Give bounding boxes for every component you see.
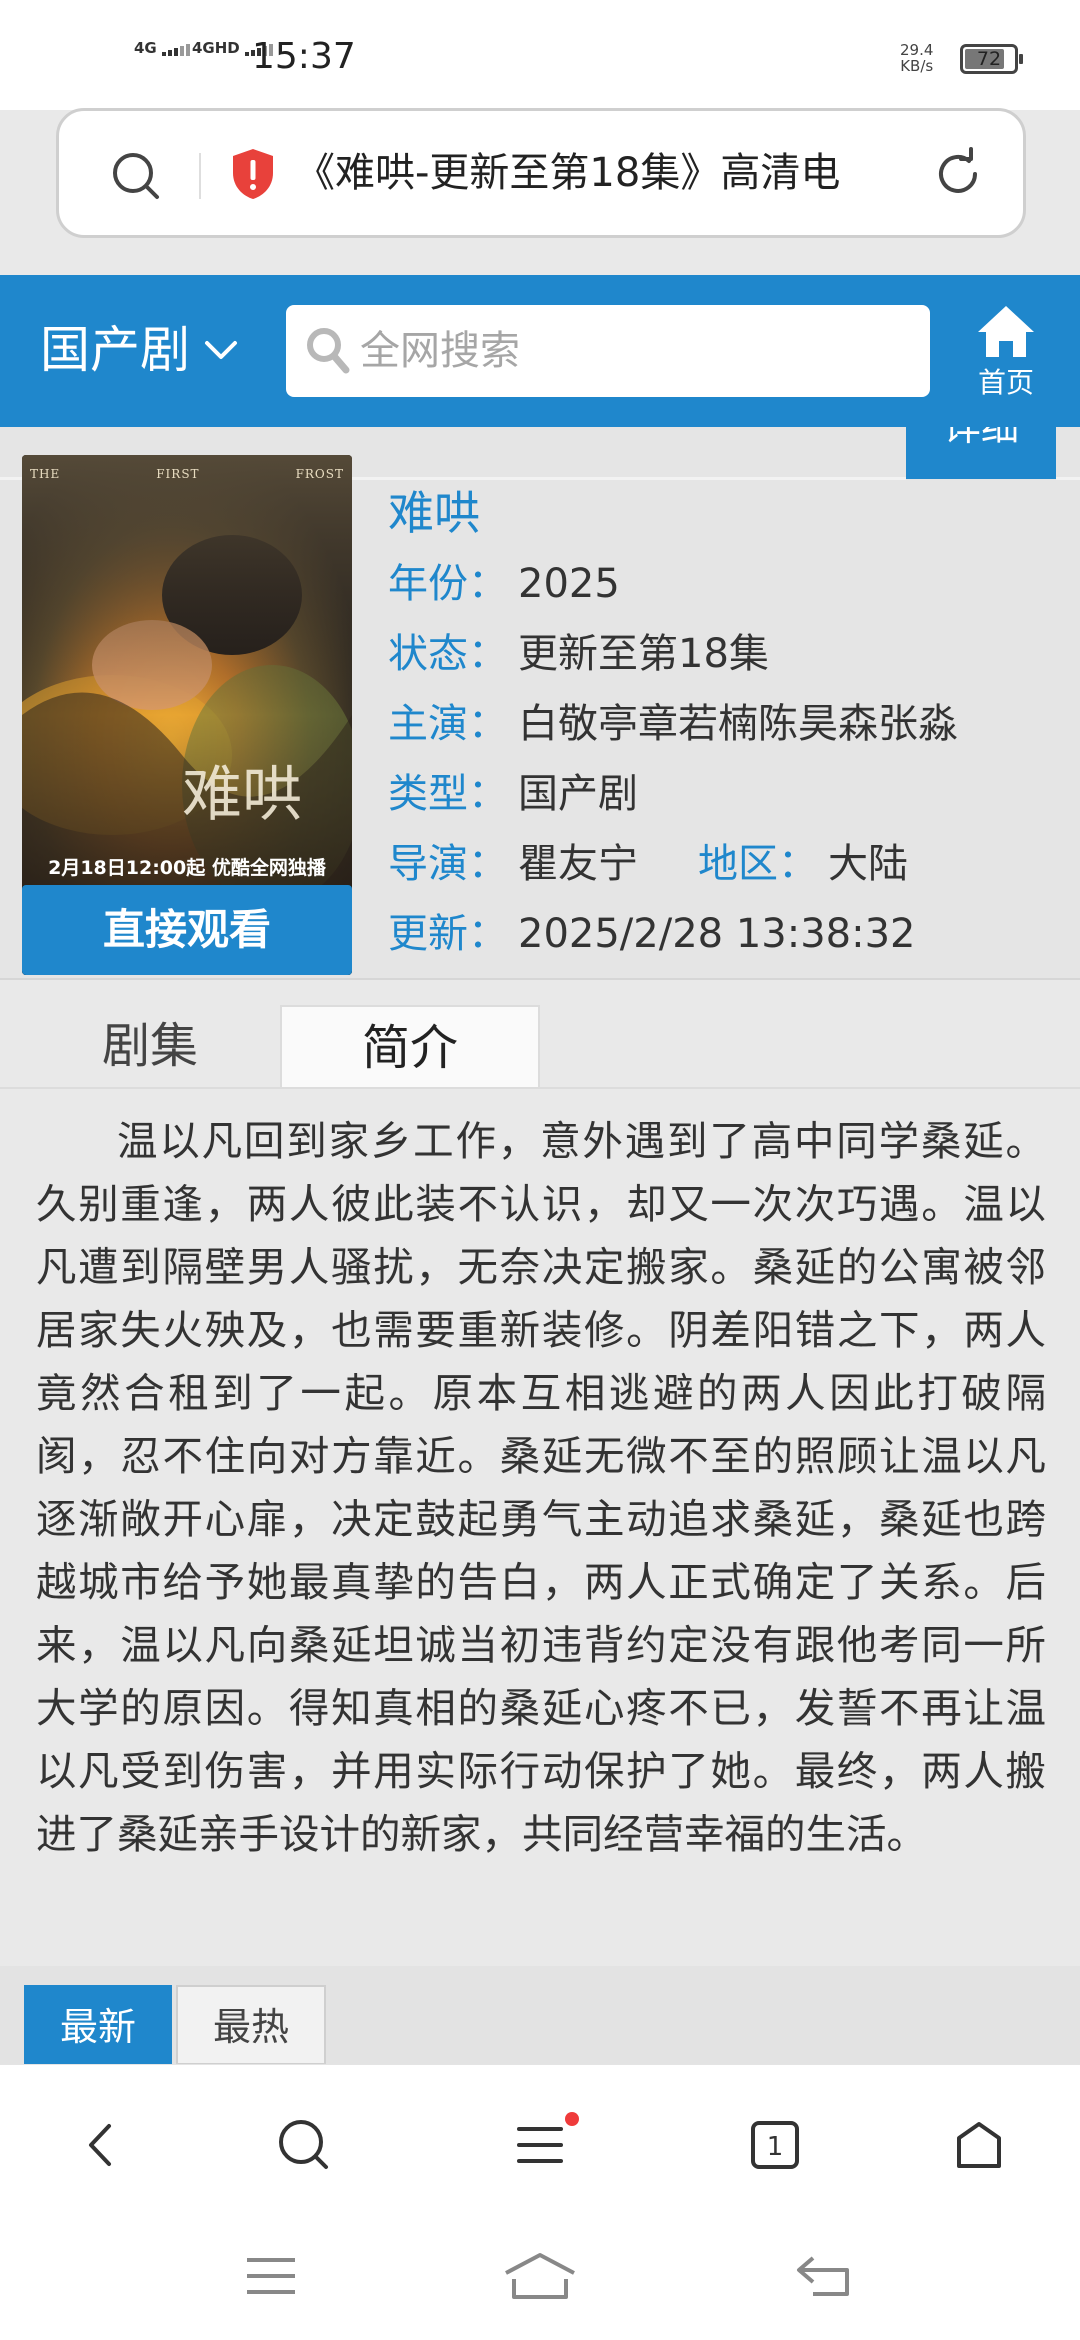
tabs-icon[interactable]: 1 xyxy=(740,2110,810,2180)
region-label: 地区： xyxy=(698,841,818,887)
tab-hottest[interactable]: 最热 xyxy=(176,1985,326,2065)
home-icon[interactable] xyxy=(495,2246,585,2306)
home-label: 首页 xyxy=(977,366,1034,399)
info-row-director-region: 导演： 瞿友宁 地区： 大陆 xyxy=(388,829,1068,899)
signal-2-label: 4GHD xyxy=(192,39,240,57)
network-speed-value: 29.4 xyxy=(900,41,934,59)
home-button[interactable]: 首页 xyxy=(968,303,1044,401)
back-icon[interactable] xyxy=(778,2246,868,2306)
home-icon xyxy=(978,306,1034,357)
poster-word: FIRST xyxy=(156,467,200,481)
poster-release-text: 2月18日12:00起 优酷全网独播 xyxy=(48,857,326,879)
status-value: 更新至第18集 xyxy=(518,631,769,677)
address-bar[interactable]: 《难哄-更新至第18集》高清电 xyxy=(56,108,1026,238)
network-speed-unit: KB/s xyxy=(900,57,934,75)
info-row-status: 状态： 更新至第18集 xyxy=(388,619,1068,689)
tab-count: 1 xyxy=(767,2132,784,2162)
status-time: 15:37 xyxy=(252,36,356,77)
category-label: 国产剧 xyxy=(40,321,190,379)
svg-text:难哄: 难哄 xyxy=(182,760,302,830)
chevron-down-icon xyxy=(205,341,237,359)
network-speed: 29.4 KB/s xyxy=(900,42,933,74)
search-input[interactable] xyxy=(360,319,910,383)
reload-icon[interactable] xyxy=(931,147,985,205)
genre-label: 类型： xyxy=(388,771,508,817)
signal-1-label: 4G xyxy=(134,39,157,57)
search-icon[interactable] xyxy=(269,2110,339,2180)
show-title[interactable]: 难哄 xyxy=(388,485,1068,541)
content-tabs: 剧集 简介 xyxy=(0,1005,1080,1088)
home-icon[interactable] xyxy=(944,2110,1014,2180)
poster-top-words: THE FIRST FROST xyxy=(22,467,352,481)
cast-value: 白敬亭章若楠陈昊森张淼 xyxy=(518,701,958,747)
search-icon xyxy=(304,325,352,381)
divider xyxy=(199,153,201,199)
category-dropdown[interactable]: 国产剧 xyxy=(40,315,238,385)
battery-icon: 72 xyxy=(960,44,1023,74)
updated-label: 更新： xyxy=(388,911,508,957)
region-value: 大陆 xyxy=(828,841,908,887)
system-navigation xyxy=(0,2214,1080,2340)
year-label: 年份： xyxy=(388,561,508,607)
tab-latest[interactable]: 最新 xyxy=(24,1985,172,2065)
page-url-title[interactable]: 《难哄-更新至第18集》高清电 xyxy=(295,141,945,205)
genre-value: 国产剧 xyxy=(518,771,638,817)
cast-label: 主演： xyxy=(388,701,508,747)
signal-bars-icon xyxy=(161,40,192,56)
notification-dot xyxy=(565,2112,579,2126)
director-label: 导演： xyxy=(388,841,508,887)
info-row-year: 年份： 2025 xyxy=(388,549,1068,619)
watch-now-button[interactable]: 直接观看 xyxy=(22,885,352,975)
synopsis-text: 温以凡回到家乡工作，意外遇到了高中同学桑延。久别重逢，两人彼此装不认识，却又一次… xyxy=(36,1117,1046,1858)
tab-details-label: 详细 xyxy=(942,427,1019,449)
poster-word: THE xyxy=(30,467,61,481)
recents-icon[interactable] xyxy=(226,2246,316,2306)
battery-level: 72 xyxy=(976,48,1002,70)
info-row-genre: 类型： 国产剧 xyxy=(388,759,1068,829)
status-bar: 4G 4GHD 15:37 29.4 KB/s 72 xyxy=(0,0,1080,110)
search-icon[interactable] xyxy=(109,149,163,207)
year-value: 2025 xyxy=(518,561,620,607)
info-row-updated: 更新： 2025/2/28 13:38:32 xyxy=(388,899,1068,969)
browser-toolbar: 1 xyxy=(0,2064,1080,2214)
shield-alert-icon[interactable] xyxy=(229,147,277,205)
poster-word: FROST xyxy=(295,467,344,481)
status-label: 状态： xyxy=(388,631,508,677)
menu-icon[interactable] xyxy=(505,2110,579,2180)
signal-indicator-1: 4G xyxy=(134,40,192,56)
director-value: 瞿友宁 xyxy=(518,841,638,887)
show-info: 难哄 年份： 2025 状态： 更新至第18集 主演： 白敬亭章若楠陈昊森张淼 类型：… xyxy=(388,485,1068,969)
tab-intro[interactable]: 简介 xyxy=(280,1005,540,1088)
site-header: 国产剧 首页 xyxy=(0,275,1080,427)
info-row-cast: 主演： 白敬亭章若楠陈昊森张淼 xyxy=(388,689,1068,759)
tab-details[interactable]: 详细 xyxy=(906,427,1056,479)
tab-episodes[interactable]: 剧集 xyxy=(30,1005,270,1088)
updated-value: 2025/2/28 13:38:32 xyxy=(518,911,916,957)
site-search[interactable] xyxy=(286,305,930,397)
back-icon[interactable] xyxy=(66,2110,136,2180)
